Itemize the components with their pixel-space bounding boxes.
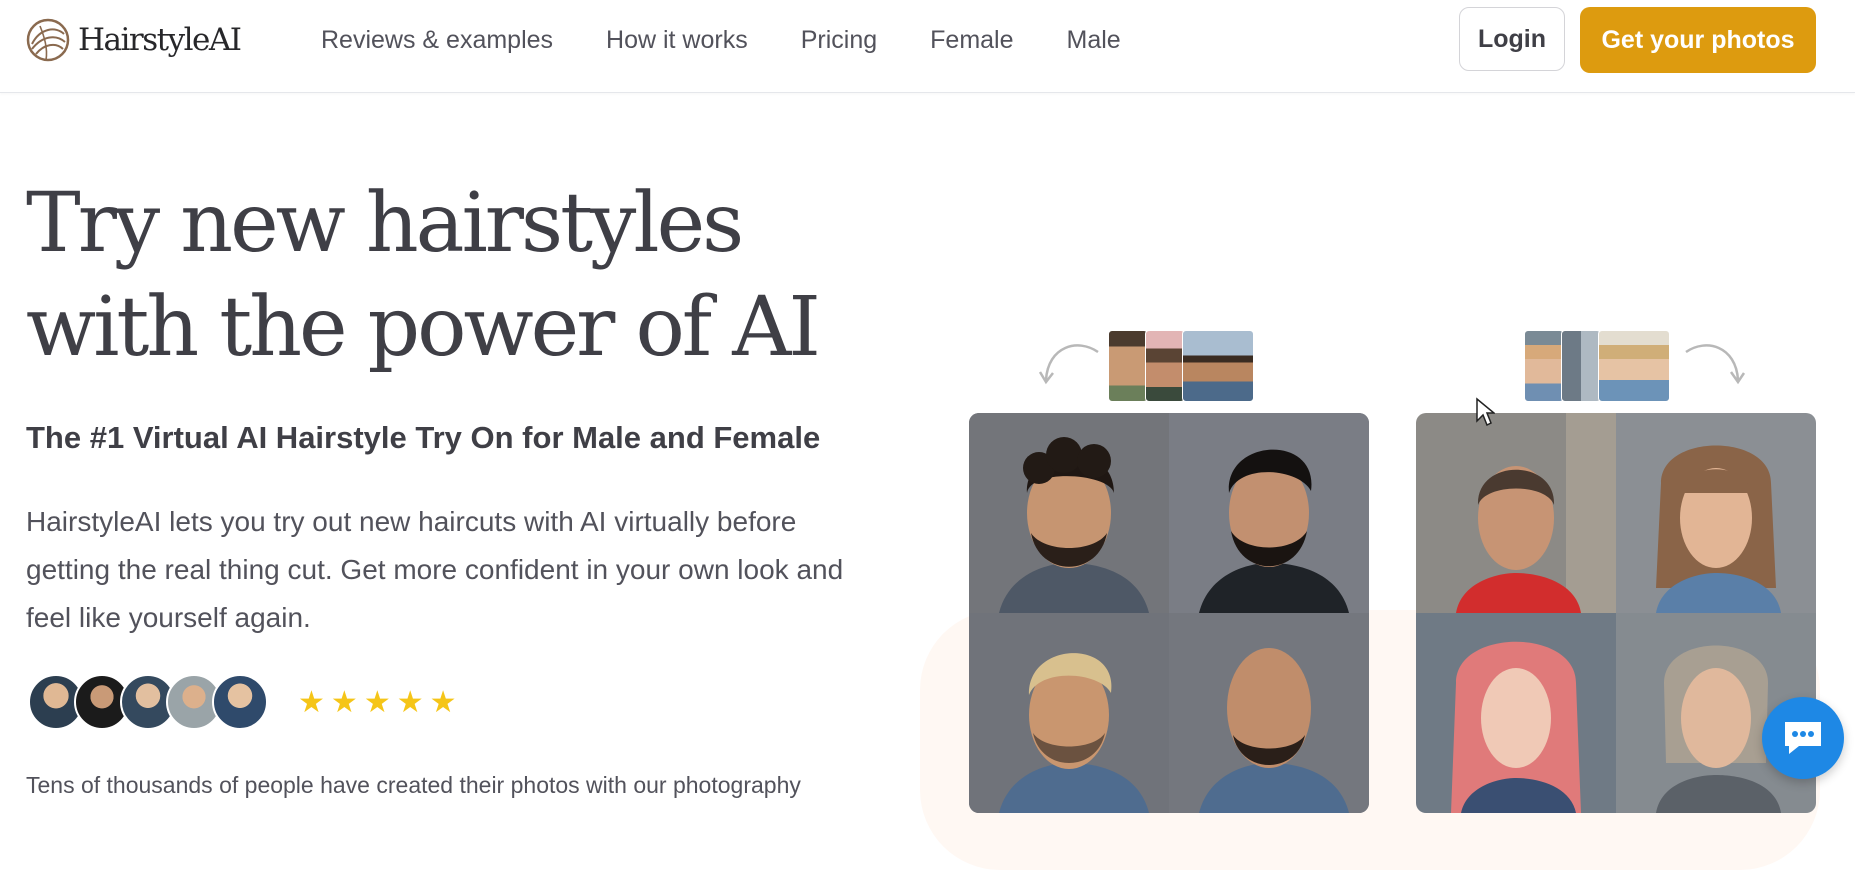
star-icon: ★ [363, 686, 391, 719]
nav-reviews-examples[interactable]: Reviews & examples [321, 26, 553, 55]
nav-how-it-works[interactable]: How it works [606, 26, 748, 55]
chat-widget-button[interactable] [1762, 697, 1844, 779]
logo-link[interactable]: HairstyleAI [26, 18, 242, 62]
hero-title-line2: with the power of AI [26, 280, 821, 375]
nav-pricing[interactable]: Pricing [801, 26, 877, 55]
hero-subtitle: The #1 Virtual AI Hairstyle Try On for M… [26, 420, 821, 455]
star-icon: ★ [429, 686, 457, 719]
star-icon: ★ [330, 686, 358, 719]
logo-text: HairstyleAI [78, 22, 242, 58]
input-photo-thumbnail [1561, 330, 1601, 402]
get-photos-button[interactable]: Get your photos [1580, 7, 1816, 73]
social-proof-text: Tens of thousands of people have created… [26, 772, 801, 798]
main-nav: Reviews & examples How it works Pricing … [321, 26, 1174, 55]
chat-bubble-icon [1785, 722, 1821, 754]
avatar [212, 674, 268, 730]
star-icon: ★ [298, 686, 325, 719]
male-hairstyle-grid [969, 413, 1369, 813]
input-photo-thumbnail [1145, 330, 1185, 402]
hairstyle-photo-blonde-quiff [969, 613, 1169, 813]
curved-arrow-icon [1038, 344, 1099, 385]
input-photo-thumbnail [1108, 330, 1148, 402]
male-input-thumbnails [1108, 330, 1254, 402]
login-button[interactable]: Login [1459, 7, 1565, 71]
hairstyle-photo-buzzcut [1416, 413, 1616, 613]
input-photo-thumbnail [1598, 330, 1670, 402]
hero-description: HairstyleAI lets you try out new haircut… [26, 506, 844, 633]
hairstyle-photo-bangs [1616, 413, 1816, 613]
nav-male[interactable]: Male [1067, 26, 1121, 55]
hairstyle-photo-pink-hair [1416, 613, 1616, 813]
hairstyle-photo-curly [969, 413, 1169, 613]
site-header: HairstyleAI Reviews & examples How it wo… [0, 0, 1855, 93]
rating-stars: ★ ★ ★ ★ ★ [298, 686, 463, 720]
customer-avatars [28, 674, 268, 730]
female-hairstyle-grid [1416, 413, 1816, 813]
input-photo-thumbnail [1524, 330, 1564, 402]
curved-arrow-icon [1685, 344, 1746, 385]
hairstyle-photo-pompadour [1169, 413, 1369, 613]
star-icon: ★ [396, 686, 424, 719]
input-photo-thumbnail [1182, 330, 1254, 402]
nav-female[interactable]: Female [930, 26, 1013, 55]
mouse-cursor [1476, 397, 1495, 427]
hero-title: Try new hairstyles with the power of AI [26, 172, 876, 380]
hairstyle-photo-bald [1169, 613, 1369, 813]
female-input-thumbnails [1524, 330, 1670, 402]
hairstyle-logo-icon [26, 18, 70, 62]
hero-title-line1: Try new hairstyles [26, 176, 744, 271]
